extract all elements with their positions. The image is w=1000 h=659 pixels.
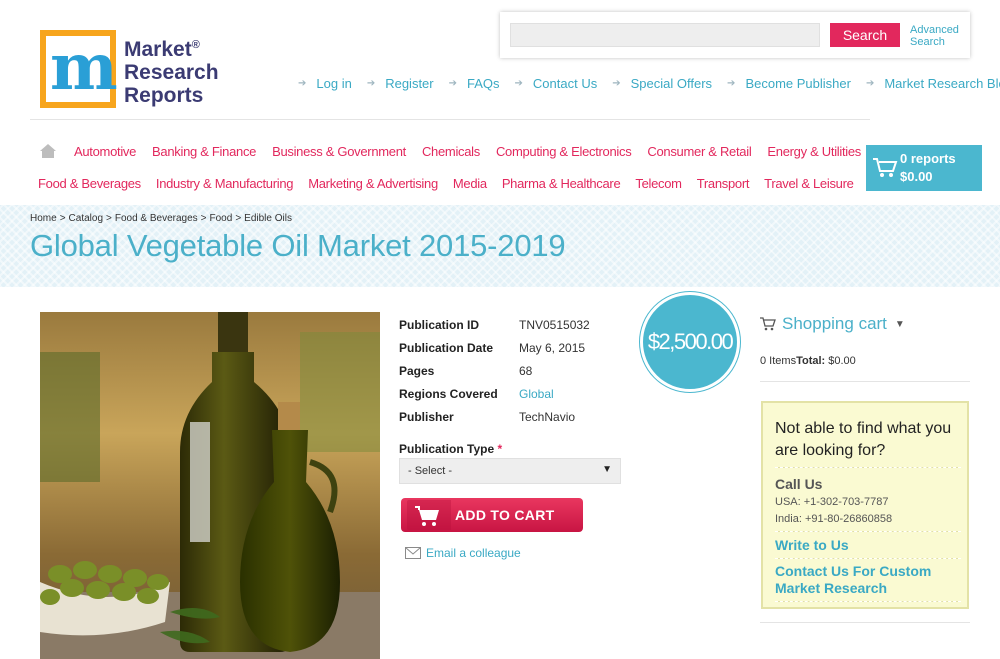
cart-icon [407, 500, 451, 530]
category-business-government[interactable]: Business & Government [272, 144, 406, 159]
special-offers-link[interactable]: ➔ Special Offers [612, 76, 712, 91]
call-us-heading: Call Us [775, 476, 823, 492]
become-publisher-link[interactable]: ➔ Become Publisher [727, 76, 851, 91]
faqs-link[interactable]: ➔ FAQs [449, 76, 500, 91]
divider [775, 558, 961, 559]
home-icon[interactable] [39, 143, 57, 159]
publication-type-label: Publication Type * [399, 442, 503, 456]
category-energy-utilities[interactable]: Energy & Utilities [767, 144, 861, 159]
blog-link[interactable]: ➔Market Research Blog [866, 76, 1000, 91]
detail-row: Publication ID TNV0515032 [399, 317, 590, 332]
category-pharma-healthcare[interactable]: Pharma & Healthcare [502, 176, 621, 191]
category-automotive[interactable]: Automotive [74, 144, 136, 159]
region-link[interactable]: Global [519, 387, 554, 401]
detail-row: Publisher TechNavio [399, 409, 576, 424]
top-links: ➔ Log in ➔ Register ➔ FAQs ➔ Contact Us ➔ Spe… [298, 76, 1000, 91]
breadcrumb-edible-oils[interactable]: Edible Oils [244, 213, 292, 224]
cart-amount: $0.00 [900, 169, 933, 184]
category-telecom[interactable]: Telecom [635, 176, 682, 191]
arrow-icon: ➔ [865, 78, 875, 89]
contact-us-link[interactable]: ➔ Contact Us [515, 76, 598, 91]
page-title: Global Vegetable Oil Market 2015-2019 [30, 228, 566, 263]
shopping-cart-icon [760, 317, 776, 331]
search-input[interactable] [510, 23, 820, 47]
detail-row: Publication Date May 6, 2015 [399, 340, 586, 355]
title-banner: Home > Catalog > Food & Beverages > Food > Edibl… [0, 205, 1000, 287]
login-link[interactable]: ➔ Log in [298, 76, 352, 91]
breadcrumb-food[interactable]: Food [210, 213, 233, 224]
divider [775, 531, 961, 532]
category-industry-manufacturing[interactable]: Industry & Manufacturing [156, 176, 294, 191]
category-nav-row-1: Automotive Banking & Finance Business & … [74, 144, 877, 159]
category-consumer-retail[interactable]: Consumer & Retail [647, 144, 751, 159]
header-cart-button[interactable]: 0 reports $0.00 [866, 145, 982, 191]
arrow-icon: ➔ [514, 78, 523, 89]
sidebar-divider [760, 381, 970, 382]
header-divider [30, 119, 870, 120]
shopping-cart-summary: 0 ItemsTotal: $0.00 [760, 355, 856, 367]
phone-india: India: +91-80-26860858 [775, 513, 893, 525]
arrow-icon: ➔ [612, 78, 621, 89]
add-to-cart-button[interactable]: ADD TO CART [401, 498, 583, 532]
site-logo[interactable]: m Market® Research Reports [40, 30, 220, 112]
category-nav-row-2: Food & Beverages Industry & Manufacturin… [38, 176, 869, 191]
category-marketing-advertising[interactable]: Marketing & Advertising [308, 176, 438, 191]
category-chemicals[interactable]: Chemicals [422, 144, 480, 159]
category-computing-electronics[interactable]: Computing & Electronics [496, 144, 632, 159]
help-box: Not able to find what you are looking fo… [761, 401, 969, 609]
price-badge: $2,500.00 [640, 292, 740, 392]
arrow-icon: ➔ [366, 78, 376, 89]
cart-report-count: 0 reports [900, 151, 956, 166]
product-image [40, 312, 380, 659]
search-button[interactable]: Search [830, 23, 900, 47]
detail-row: Pages 68 [399, 363, 533, 378]
detail-row: Regions Covered Global [399, 386, 554, 401]
write-to-us-link[interactable]: Write to Us [775, 537, 849, 554]
arrow-icon: ➔ [298, 78, 307, 89]
publication-details: Publication ID TNV0515032 Publication Dat… [399, 313, 590, 428]
breadcrumb: Home > Catalog > Food & Beverages > Food > Edibl… [30, 213, 292, 224]
custom-research-link[interactable]: Contact Us For Custom Market Research [775, 563, 961, 597]
category-transport[interactable]: Transport [697, 176, 750, 191]
breadcrumb-catalog[interactable]: Catalog [69, 213, 103, 224]
cart-icon [873, 158, 898, 177]
phone-usa: USA: +1-302-703-7787 [775, 496, 889, 508]
logo-text: Market® Research Reports [124, 38, 219, 107]
advanced-search-link[interactable]: Advanced Search [910, 24, 959, 48]
logo-mark: m [40, 30, 118, 108]
register-link[interactable]: ➔ Register [367, 76, 434, 91]
email-colleague-link[interactable]: Email a colleague [405, 546, 521, 560]
divider [775, 467, 961, 468]
dropdown-caret-icon: ▼ [602, 464, 612, 475]
shopping-cart-toggle[interactable]: Shopping cart ▼ [760, 314, 905, 334]
category-media[interactable]: Media [453, 176, 487, 191]
help-box-title: Not able to find what you are looking fo… [775, 420, 952, 459]
chevron-down-icon: ▼ [894, 318, 905, 330]
sidebar-divider [760, 622, 970, 623]
arrow-icon: ➔ [727, 78, 736, 89]
divider [775, 601, 961, 602]
search-box: Search Advanced Search [500, 12, 970, 58]
breadcrumb-food-beverages[interactable]: Food & Beverages [115, 213, 198, 224]
category-banking-finance[interactable]: Banking & Finance [152, 144, 256, 159]
category-travel-leisure[interactable]: Travel & Leisure [764, 176, 854, 191]
arrow-icon: ➔ [448, 78, 458, 89]
publication-type-select[interactable]: - Select - ▼ [399, 458, 621, 484]
email-icon [405, 547, 421, 559]
breadcrumb-home[interactable]: Home [30, 213, 57, 224]
category-food-beverages[interactable]: Food & Beverages [38, 176, 141, 191]
